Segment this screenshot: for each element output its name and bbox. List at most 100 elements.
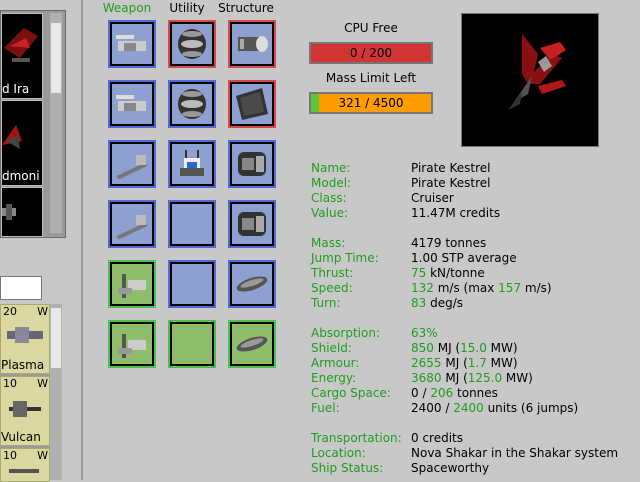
ship-list-scrollbar[interactable] — [50, 13, 62, 233]
outfit-card[interactable]: 20 W Plasma — [0, 304, 50, 374]
vulcan-gun-icon — [9, 401, 41, 417]
ship-stats: Name: Pirate Kestrel Model: Pirate Kestrel… — [311, 161, 631, 475]
utility-slot-empty[interactable] — [168, 260, 216, 308]
stat-key: Ship Status: — [311, 461, 384, 475]
stat-key: Transportation: — [311, 431, 402, 445]
utility-slot[interactable] — [168, 20, 216, 68]
stat-key: Mass: — [311, 236, 346, 250]
utility-slot-empty[interactable] — [168, 320, 216, 368]
ship-card[interactable]: dmoni — [1, 100, 43, 186]
plasma-cannon-icon — [7, 327, 43, 343]
ship-card-label: d Ira — [2, 82, 30, 96]
turn-value: 83 deg/s — [411, 296, 464, 310]
ship-value: 11.47M credits — [411, 206, 501, 220]
mass-bar-fill — [311, 94, 320, 112]
status-value: Spaceworthy — [411, 461, 490, 475]
cpu-bar: 0 / 200 — [309, 42, 433, 64]
stat-key: Cargo Space: — [311, 386, 391, 400]
utility-column-header: Utility — [169, 1, 205, 15]
reactor-core-icon — [178, 29, 206, 59]
ship-mass: 4179 tonnes — [411, 236, 487, 250]
turret-weapon-icon — [116, 95, 146, 111]
scrollbar-thumb[interactable] — [51, 23, 61, 93]
outfit-list: 20 W Plasma 10 W Vulcan 10 W — [0, 304, 62, 482]
stat-key: Absorption: — [311, 326, 380, 340]
ship-class: Cruiser — [411, 191, 454, 205]
outfit-count: 20 — [3, 305, 17, 318]
structure-slot[interactable] — [228, 140, 276, 188]
outfit-badge: W — [37, 377, 48, 390]
outfit-list-scrollbar[interactable] — [50, 304, 62, 480]
absorption-value: 63% — [411, 326, 438, 340]
outfit-label: Plasma — [1, 358, 45, 372]
outfit-card[interactable]: 10 W Vulcan — [0, 376, 50, 446]
ship-thumbnail-icon — [2, 204, 16, 220]
utility-slot[interactable] — [168, 80, 216, 128]
outfit-count: 10 — [3, 449, 17, 462]
sensor-array-icon — [180, 150, 204, 176]
outfit-card[interactable]: 10 W — [0, 448, 50, 482]
ship-list: d Ira dmoni — [0, 10, 66, 238]
stat-key: Thrust: — [311, 266, 354, 280]
structure-slot[interactable] — [228, 20, 276, 68]
location-value: Nova Shakar in the Shakar system — [411, 446, 619, 460]
mass-label: Mass Limit Left — [325, 71, 417, 85]
ship-thumbnail-icon — [4, 28, 38, 62]
weapon-slot[interactable] — [108, 20, 156, 68]
energy-value: 3680 MJ (125.0 MW) — [411, 371, 533, 385]
engine-icon — [238, 212, 266, 236]
weapon-slot[interactable] — [108, 260, 156, 308]
cpu-label: CPU Free — [344, 21, 398, 35]
cannon-weapon-icon — [116, 155, 148, 179]
stat-key: Model: — [311, 176, 352, 190]
launcher-weapon-icon — [118, 334, 146, 358]
jump-time: 1.00 STP average — [411, 251, 517, 265]
weapon-slot[interactable] — [108, 200, 156, 248]
ship-model: Pirate Kestrel — [411, 176, 491, 190]
ship-card[interactable]: d Ira — [1, 13, 43, 99]
cargo-value: 0 / 206 tonnes — [411, 386, 498, 400]
structure-slot[interactable] — [228, 80, 276, 128]
panel-divider — [81, 0, 83, 480]
armour-plate-icon — [236, 88, 268, 120]
stat-key: Armour: — [311, 356, 360, 370]
engine-icon — [238, 152, 266, 176]
cargo-pod-icon — [236, 336, 268, 352]
weapon-slot[interactable] — [108, 80, 156, 128]
weapon-outfit-icon — [9, 469, 39, 473]
scrollbar-thumb[interactable] — [51, 308, 61, 368]
weapon-column-header: Weapon — [102, 1, 152, 15]
cannon-weapon-icon — [116, 215, 148, 239]
structure-slot[interactable] — [228, 260, 276, 308]
structure-slot[interactable] — [228, 320, 276, 368]
stat-key: Shield: — [311, 341, 352, 355]
transport-value: 0 credits — [411, 431, 464, 445]
stat-key: Location: — [311, 446, 366, 460]
ship-card-label: dmoni — [2, 169, 40, 183]
structure-column-header: Structure — [218, 1, 274, 15]
speed-value: 132 m/s (max 157 m/s) — [411, 281, 552, 295]
pirate-kestrel-icon — [508, 34, 566, 110]
stat-key: Speed: — [311, 281, 353, 295]
filter-input[interactable] — [0, 276, 42, 300]
stat-key: Turn: — [311, 296, 341, 310]
fuel-value: 2400 / 2400 units (6 jumps) — [411, 401, 579, 415]
weapon-slot[interactable] — [108, 320, 156, 368]
weapon-slot[interactable] — [108, 140, 156, 188]
mass-bar: 321 / 4500 — [309, 92, 433, 114]
outfit-badge: W — [37, 449, 48, 462]
utility-slot-empty[interactable] — [168, 200, 216, 248]
outfit-count: 10 — [3, 377, 17, 390]
stat-key: Class: — [311, 191, 347, 205]
structure-slot[interactable] — [228, 200, 276, 248]
outfit-badge: W — [37, 305, 48, 318]
ship-preview — [461, 13, 599, 147]
stat-key: Value: — [311, 206, 348, 220]
stat-key: Fuel: — [311, 401, 340, 415]
mass-value: 321 / 4500 — [338, 96, 404, 110]
armour-value: 2655 MJ (1.7 MW) — [411, 356, 518, 370]
launcher-weapon-icon — [118, 274, 146, 298]
ship-card[interactable] — [1, 187, 43, 237]
utility-slot[interactable] — [168, 140, 216, 188]
outfit-label: Vulcan — [1, 430, 41, 444]
